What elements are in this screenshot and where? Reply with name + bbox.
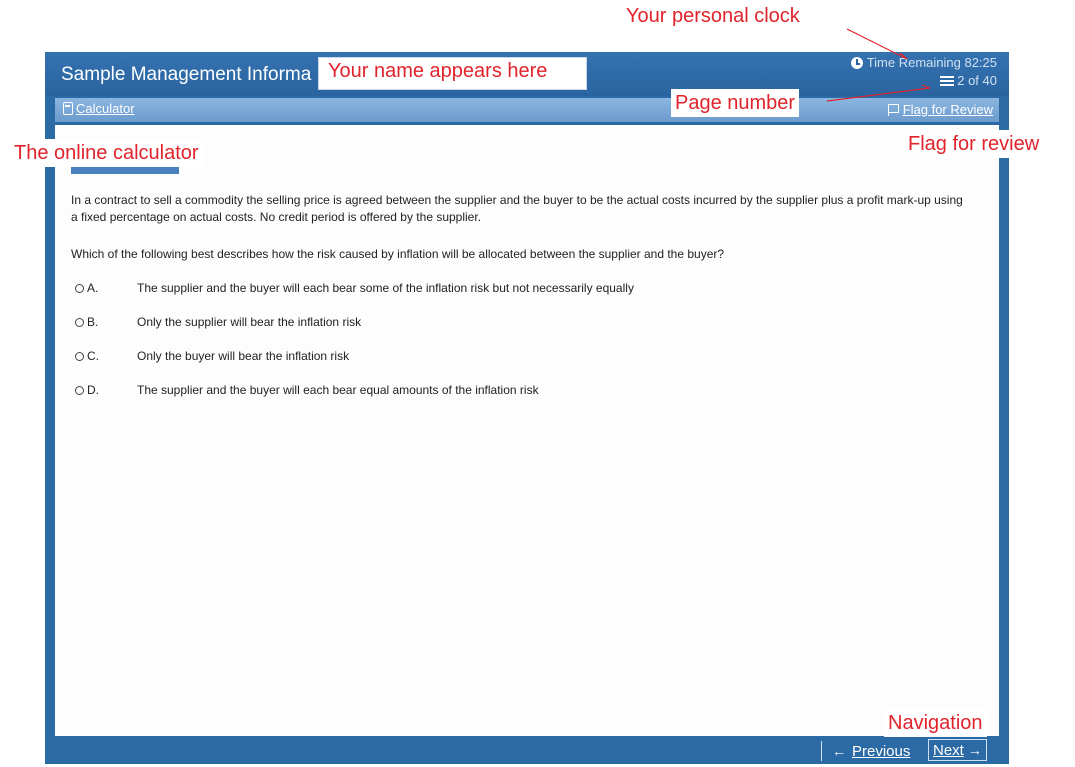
callout-lines bbox=[826, 28, 931, 102]
page-pointer-arrowhead bbox=[921, 84, 931, 89]
page-pointer-line bbox=[826, 87, 931, 102]
clock-pointer-line bbox=[846, 28, 908, 60]
